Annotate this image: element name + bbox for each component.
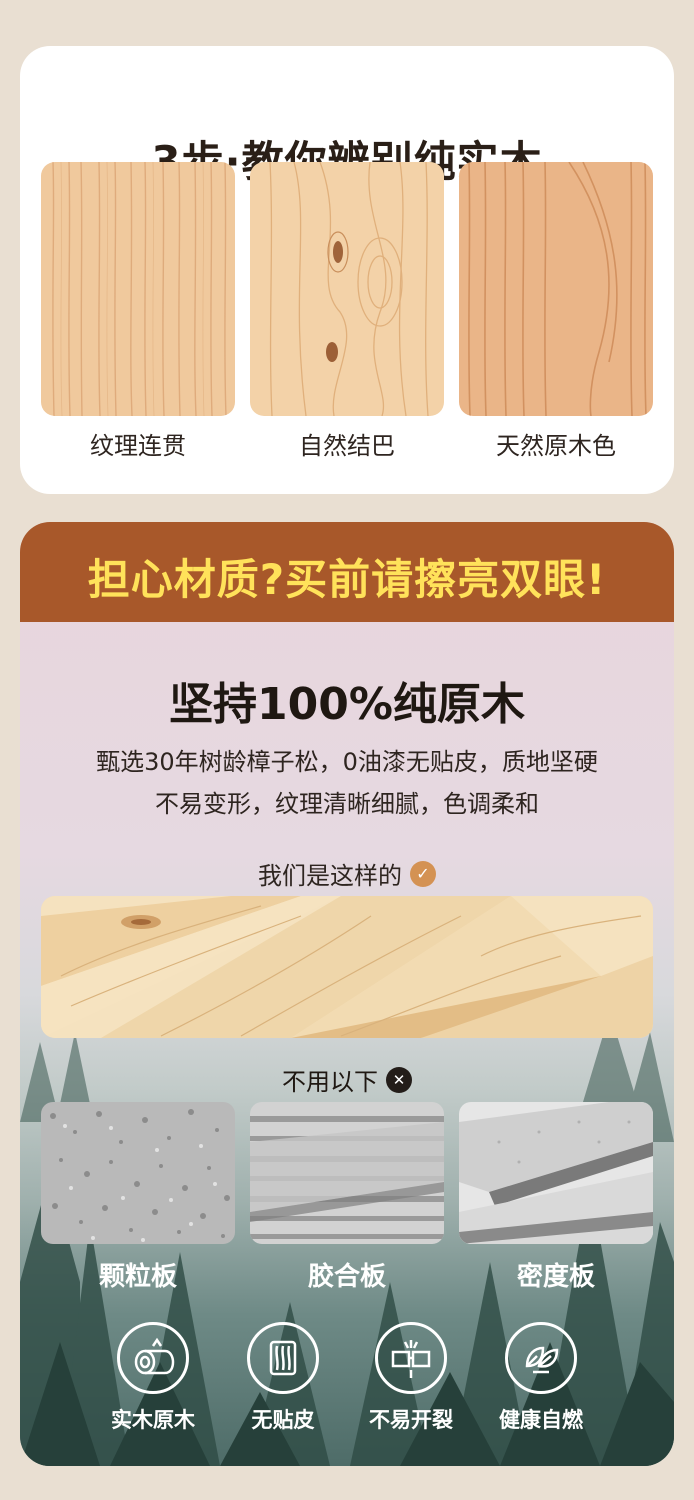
excluded-materials-label: 不用以下 ✕ bbox=[20, 1062, 674, 1097]
wood-sample-knots-image bbox=[250, 162, 444, 416]
wood-identification-card: 3步·教你辨别纯实木 纹理连贯 自然结巴 天然原木色 bbox=[20, 46, 674, 494]
feature-label: 健康自燃 bbox=[499, 1408, 583, 1432]
log-icon bbox=[117, 1322, 189, 1394]
our-material-text: 我们是这样的 bbox=[258, 862, 402, 890]
feature-no-crack: 不易开裂 bbox=[351, 1322, 471, 1434]
our-material-label: 我们是这样的 ✓ bbox=[20, 856, 674, 891]
board-label-fiber: 密度板 bbox=[516, 1262, 595, 1292]
material-comparison-card: 担心材质?买前请擦亮双眼! 坚持100%纯原木 甄选30年树龄樟子松，0油漆无贴… bbox=[20, 522, 674, 1466]
particle-board-image bbox=[41, 1102, 235, 1244]
feature-label: 不易开裂 bbox=[369, 1408, 453, 1432]
wood-label-knots: 自然结巴 bbox=[299, 432, 395, 460]
excluded-materials-text: 不用以下 bbox=[282, 1068, 378, 1096]
leaf-icon bbox=[505, 1322, 577, 1394]
feature-healthy: 健康自燃 bbox=[481, 1322, 601, 1434]
feature-solid-wood: 实木原木 bbox=[93, 1322, 213, 1434]
wood-sample-natural-color-image bbox=[459, 162, 653, 416]
pine-wood-boards-image bbox=[41, 896, 653, 1038]
banner-text: 担心材质?买前请擦亮双眼! bbox=[87, 555, 607, 604]
description-line-2: 不易变形，纹理清晰细腻，色调柔和 bbox=[155, 790, 539, 818]
board-label-plywood: 胶合板 bbox=[307, 1262, 386, 1292]
feature-label: 无贴皮 bbox=[251, 1408, 315, 1432]
no-crack-icon bbox=[375, 1322, 447, 1394]
x-icon: ✕ bbox=[386, 1066, 412, 1093]
board-label-particle: 颗粒板 bbox=[98, 1262, 177, 1292]
feature-label: 实木原木 bbox=[111, 1408, 195, 1432]
check-icon: ✓ bbox=[410, 860, 436, 887]
feature-no-veneer: 无贴皮 bbox=[223, 1322, 343, 1434]
plywood-image bbox=[250, 1102, 444, 1244]
wood-grain-icon bbox=[247, 1322, 319, 1394]
warning-banner: 担心材质?买前请擦亮双眼! bbox=[20, 522, 674, 622]
wood-label-grain: 纹理连贯 bbox=[90, 432, 186, 460]
headline: 坚持100%纯原木 bbox=[169, 679, 525, 730]
wood-label-color: 天然原木色 bbox=[496, 432, 616, 460]
wood-sample-straight-grain-image bbox=[41, 162, 235, 416]
description-line-1: 甄选30年树龄樟子松，0油漆无贴皮，质地坚硬 bbox=[96, 748, 598, 776]
fiberboard-image bbox=[459, 1102, 653, 1244]
